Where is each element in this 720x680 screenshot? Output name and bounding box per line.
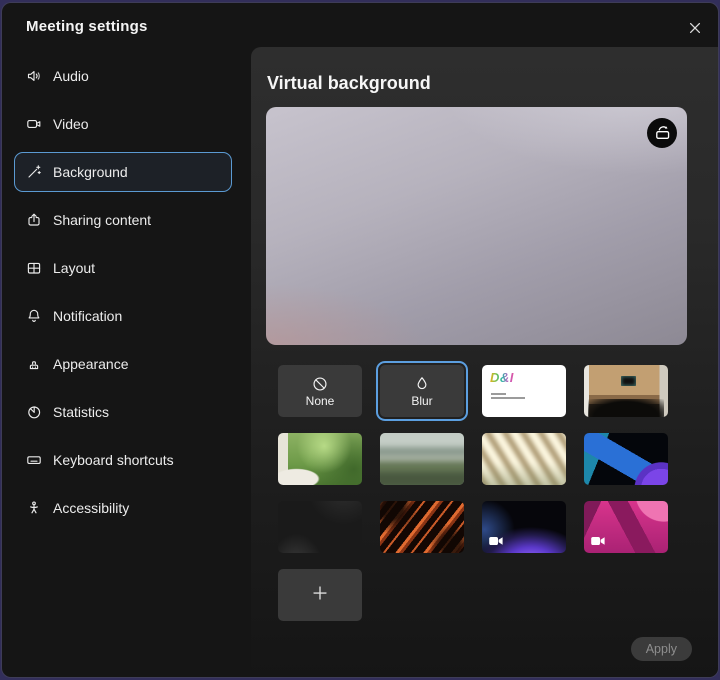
background-option-window-light[interactable] — [482, 433, 566, 485]
sidebar-item-audio[interactable]: Audio — [14, 56, 232, 96]
sidebar-item-background[interactable]: Background — [14, 152, 232, 192]
sidebar-item-label: Keyboard shortcuts — [53, 452, 174, 468]
layout-grid-icon — [26, 260, 42, 276]
pie-chart-icon — [26, 404, 42, 420]
background-option-label: Blur — [411, 395, 432, 407]
sidebar-item-accessibility[interactable]: Accessibility — [14, 488, 232, 528]
bell-icon — [26, 308, 42, 324]
mirror-view-icon — [653, 122, 672, 144]
speaker-icon — [26, 68, 42, 84]
background-option-dei-logo[interactable]: D&I — [482, 365, 566, 417]
sidebar-item-label: Video — [53, 116, 89, 132]
dei-logo-text: D&I — [490, 370, 514, 385]
background-option-dark-smoke[interactable] — [278, 501, 362, 553]
meeting-settings-dialog: Meeting settings Audio Video Background Sha… — [1, 2, 719, 678]
mirror-view-button[interactable] — [647, 118, 677, 148]
background-option-pink-waves[interactable] — [584, 501, 668, 553]
sidebar-item-notification[interactable]: Notification — [14, 296, 232, 336]
close-icon — [687, 20, 703, 36]
video-background-badge-icon — [489, 536, 503, 546]
video-background-badge-icon — [591, 536, 605, 546]
sidebar-item-appearance[interactable]: Appearance — [14, 344, 232, 384]
sidebar-item-label: Accessibility — [53, 500, 129, 516]
sidebar-item-keyboard-shortcuts[interactable]: Keyboard shortcuts — [14, 440, 232, 480]
camera-preview — [266, 107, 687, 345]
sidebar-item-label: Layout — [53, 260, 95, 276]
background-thumbnail-grid: None Blur D&I — [278, 365, 668, 621]
background-option-lava-marble[interactable] — [380, 501, 464, 553]
sidebar-item-label: Sharing content — [53, 212, 151, 228]
magic-wand-icon — [26, 164, 42, 180]
sidebar-item-label: Statistics — [53, 404, 109, 420]
dialog-title: Meeting settings — [26, 18, 148, 35]
background-option-patio-garden[interactable] — [278, 433, 362, 485]
keyboard-icon — [26, 452, 42, 468]
brush-icon — [26, 356, 42, 372]
settings-sidebar: Audio Video Background Sharing content Layou… — [14, 56, 232, 528]
background-option-blurred-mountains[interactable] — [380, 433, 464, 485]
share-icon — [26, 212, 42, 228]
sidebar-item-video[interactable]: Video — [14, 104, 232, 144]
plus-icon — [309, 582, 331, 609]
sidebar-item-sharing-content[interactable]: Sharing content — [14, 200, 232, 240]
sidebar-item-label: Notification — [53, 308, 122, 324]
background-option-none[interactable]: None — [278, 365, 362, 417]
close-button[interactable] — [683, 16, 707, 40]
accessibility-icon — [26, 500, 42, 516]
sidebar-item-statistics[interactable]: Statistics — [14, 392, 232, 432]
sidebar-item-label: Audio — [53, 68, 89, 84]
background-option-label: None — [306, 395, 335, 407]
sidebar-item-label: Appearance — [53, 356, 129, 372]
background-option-purple-glow[interactable] — [482, 501, 566, 553]
background-option-blur[interactable]: Blur — [380, 365, 464, 417]
sidebar-item-label: Background — [53, 164, 128, 180]
camera-icon — [26, 116, 42, 132]
prohibited-icon — [311, 375, 329, 393]
background-option-abstract-blue-shapes[interactable] — [584, 433, 668, 485]
apply-button[interactable]: Apply — [631, 637, 692, 661]
add-background-button[interactable] — [278, 569, 362, 621]
sidebar-item-layout[interactable]: Layout — [14, 248, 232, 288]
dei-logo-caption-lines — [491, 393, 506, 395]
panel-title: Virtual background — [267, 73, 431, 94]
blur-drop-icon — [413, 375, 431, 393]
background-option-office-room[interactable] — [584, 365, 668, 417]
virtual-background-panel: Virtual background None Blur D&I Apply — [251, 47, 718, 677]
